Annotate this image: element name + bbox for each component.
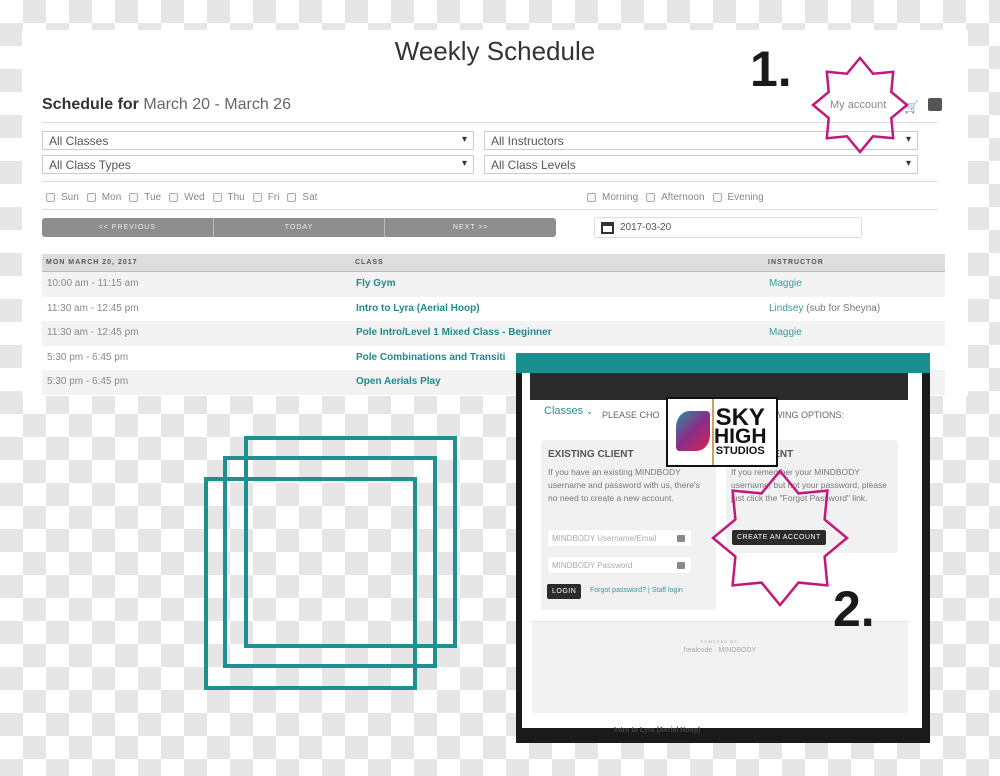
class-types-select[interactable]: All Class Types — [42, 155, 474, 174]
powered-by: POWERED BY: — [700, 639, 740, 644]
pole-icon — [712, 399, 714, 465]
time-checkbox[interactable]: Evening — [712, 192, 764, 203]
staff-login-link[interactable]: Staff login — [652, 587, 683, 594]
class-time: 5:30 pm - 6:45 pm — [47, 376, 129, 388]
class-time: 5:30 pm - 6:45 pm — [47, 351, 129, 363]
class-name-link[interactable]: Open Aerials Play — [356, 376, 441, 387]
highlight-star-1 — [811, 56, 909, 154]
decorative-square — [204, 477, 417, 690]
classes-select[interactable]: All Classes — [42, 131, 474, 150]
day-checkbox[interactable]: Thu — [212, 192, 245, 203]
class-name-link[interactable]: Pole Intro/Level 1 Mixed Class - Beginne… — [356, 327, 552, 338]
username-input[interactable]: MINDBODY Username/Email — [547, 529, 692, 547]
table-row: 11:30 am - 12:45 pm Intro to Lyra (Aerial… — [42, 297, 945, 322]
table-row: 10:00 am - 11:15 am Fly Gym Maggie — [42, 272, 945, 297]
day-checkbox[interactable]: Fri — [252, 192, 279, 203]
week-nav: << PREVIOUS TODAY NEXT >> — [42, 218, 556, 237]
classes-menu[interactable]: Classes ⌄ — [544, 405, 593, 417]
existing-client-text: If you have an existing MINDBODY usernam… — [548, 467, 700, 503]
schedule-heading: Schedule for March 20 - March 26 — [42, 96, 291, 114]
instructor-link[interactable]: Maggie — [769, 278, 802, 289]
highlight-star-2 — [711, 469, 849, 607]
time-checkbox[interactable]: Morning — [587, 192, 638, 203]
instructor-cell: Lindsey (sub for Sheyna) — [769, 303, 880, 314]
class-name-link[interactable]: Intro to Lyra (Aerial Hoop) — [356, 303, 480, 314]
options-text: WING OPTIONS: — [774, 410, 845, 420]
day-filters: Sun Mon Tue Wed Thu Fri Sat — [46, 189, 325, 207]
instructor-cell: Maggie — [769, 278, 802, 289]
star-outline — [811, 56, 909, 154]
background-class-text: Intro to Lyra (Aerial Hoop) — [614, 727, 701, 734]
separator: | — [647, 587, 650, 594]
sky-high-logo: SKY HIGH STUDIOS — [666, 397, 778, 467]
header-date: MON MARCH 20, 2017 — [46, 259, 138, 266]
schedule-for-label: Schedule for — [42, 96, 139, 113]
date-value: 2017-03-20 — [620, 222, 672, 233]
class-name-link[interactable]: Fly Gym — [356, 278, 395, 289]
aerialist-logo-icon — [676, 411, 710, 451]
day-checkbox[interactable]: Wed — [169, 192, 205, 203]
time-checkbox[interactable]: Afternoon — [646, 192, 705, 203]
please-choose-text: PLEASE CHO — [602, 410, 660, 420]
class-name-link[interactable]: Pole Combinations and Transiti — [356, 352, 505, 363]
forgot-password-link[interactable]: Forgot password? — [590, 587, 646, 594]
date-range: March 20 - March 26 — [143, 96, 291, 113]
powered-brands: healcode · MINDBODY — [683, 647, 757, 654]
login-button[interactable]: LOGIN — [547, 584, 582, 599]
popup-top-bar — [516, 353, 930, 373]
today-button[interactable]: TODAY — [214, 218, 386, 237]
star-outline — [711, 469, 849, 607]
table-header: MON MARCH 20, 2017 CLASS INSTRUCTOR — [42, 254, 945, 272]
day-checkbox[interactable]: Mon — [86, 192, 121, 203]
logo-text: STUDIOS — [715, 445, 765, 458]
day-checkbox[interactable]: Sat — [287, 192, 317, 203]
class-time: 11:30 am - 12:45 pm — [47, 302, 139, 314]
class-levels-select[interactable]: All Class Levels — [484, 155, 918, 174]
previous-button[interactable]: << PREVIOUS — [42, 218, 214, 237]
instructor-note: (sub for Sheyna) — [806, 302, 881, 314]
password-input[interactable]: MINDBODY Password — [547, 556, 692, 574]
step-1-label: 1. — [750, 41, 792, 97]
popup-header-bar — [530, 373, 908, 400]
next-button[interactable]: NEXT >> — [385, 218, 556, 237]
header-instructor: INSTRUCTOR — [768, 259, 824, 266]
date-input[interactable]: 2017-03-20 — [594, 217, 862, 238]
instructor-link[interactable]: Lindsey — [769, 303, 803, 314]
step-2-label: 2. — [833, 581, 875, 637]
instructor-cell: Maggie — [769, 327, 802, 338]
time-filters: Morning Afternoon Evening — [587, 189, 772, 207]
class-time: 11:30 am - 12:45 pm — [47, 327, 139, 339]
table-row: 11:30 am - 12:45 pm Pole Intro/Level 1 Mi… — [42, 321, 945, 346]
header-class: CLASS — [355, 259, 384, 266]
class-time: 10:00 am - 11:15 am — [47, 278, 139, 289]
calendar-icon — [601, 221, 614, 234]
instructor-link[interactable]: Maggie — [769, 327, 802, 338]
day-checkbox[interactable]: Tue — [129, 192, 161, 203]
day-checkbox[interactable]: Sun — [46, 192, 79, 203]
print-icon[interactable] — [928, 98, 942, 111]
